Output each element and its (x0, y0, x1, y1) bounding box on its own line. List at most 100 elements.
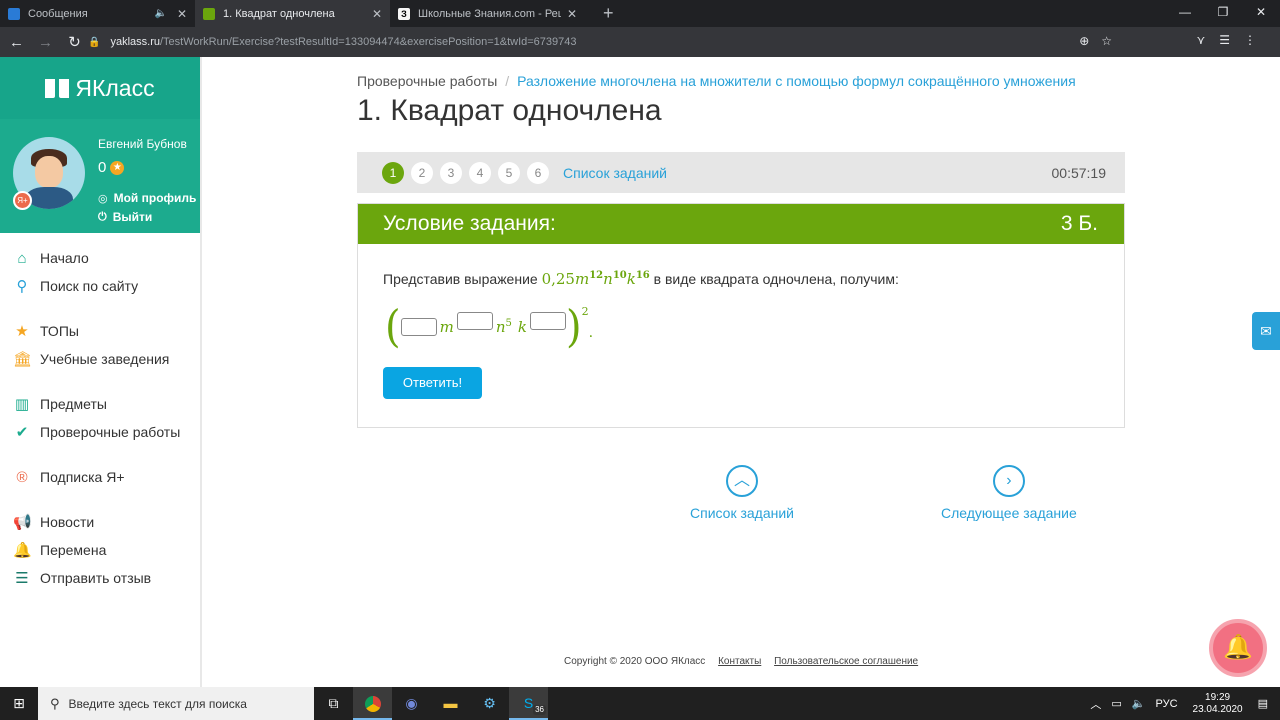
browser-tab-messages[interactable]: Сообщения 🔈 ✕ (0, 0, 195, 27)
answer-expression: ( m n5 k ) 2 . (385, 302, 593, 353)
file-explorer-icon[interactable]: ▬ (431, 687, 470, 720)
close-window-icon[interactable]: ✕ (1242, 0, 1280, 27)
restore-icon[interactable]: ❐ (1204, 0, 1242, 27)
footer: Copyright © 2020 ООО ЯКласс Контакты Пол… (564, 656, 918, 667)
question-number-2[interactable]: 2 (411, 161, 433, 184)
feedback-icon: ☰ (15, 570, 29, 587)
clock[interactable]: 19:29 23.04.2020 (1193, 692, 1243, 716)
minimize-icon[interactable]: — (1166, 0, 1204, 27)
lock-icon[interactable]: 🔒 (88, 37, 100, 48)
ya-plus-icon: ® (16, 468, 28, 486)
user-points: 0 ★ (98, 159, 125, 176)
steam-icon[interactable]: ⚙ (470, 687, 509, 720)
taskbar-search[interactable]: ⚲ Введите здесь текст для поиска (38, 687, 314, 720)
profile-icon: ◎ (98, 192, 108, 205)
question-number-5[interactable]: 5 (498, 161, 520, 184)
question-number-1[interactable]: 1 (382, 161, 404, 184)
browser-extensions[interactable]: ⋎☰⋮ (1196, 33, 1270, 47)
k-exponent-input[interactable] (529, 312, 566, 330)
question-list-link[interactable]: Список заданий (563, 165, 667, 181)
browser-toolbar: ← → ↻ 🔒 yaklass.ru /TestWorkRun/Exercise… (0, 27, 1280, 57)
tray-chevron-icon[interactable]: ︿ (1090, 696, 1101, 712)
question-number-6[interactable]: 6 (527, 161, 549, 184)
reload-icon[interactable]: ↻ (62, 33, 87, 51)
task-view-icon[interactable]: ⧉ (314, 687, 353, 720)
megaphone-icon: 📢 (13, 514, 32, 531)
profile-link-label: Мой профиль (113, 191, 197, 205)
notifications-icon[interactable]: ▤ (1258, 697, 1268, 710)
forward-arrow-icon[interactable]: → (33, 34, 58, 51)
language-indicator[interactable]: РУС (1156, 698, 1178, 710)
search-icon: ⚲ (16, 278, 28, 295)
sidebar: ЯКласс Я+ Евгений Бубнов 0 ★ ◎ Мой профи… (0, 57, 202, 687)
breadcrumb: Проверочные работы / Разложение многочлена… (357, 73, 1076, 89)
back-arrow-icon[interactable]: ← (4, 34, 29, 51)
volume-icon[interactable]: 🔈 (1132, 697, 1146, 710)
address-bar[interactable]: 🔒 yaklass.ru /TestWorkRun/Exercise?testR… (88, 31, 1132, 53)
next-task-nav[interactable]: › Следующее задание (941, 465, 1077, 521)
yaklass-favicon-icon (203, 7, 215, 20)
timer: 00:57:19 (1051, 165, 1107, 181)
new-tab-plus-icon[interactable]: + (603, 0, 614, 27)
sidebar-item-label: Перемена (40, 542, 107, 558)
contacts-link[interactable]: Контакты (718, 656, 761, 667)
question-number-3[interactable]: 3 (440, 161, 462, 184)
system-tray: ︿ ▭ 🔈 РУС 19:29 23.04.2020 ▤ (1085, 687, 1280, 720)
next-task-nav-label: Следующее задание (941, 505, 1077, 521)
logout-link-label: Выйти (112, 210, 153, 224)
user-panel: Я+ Евгений Бубнов 0 ★ ◎ Мой профиль ⏻ Вы… (0, 119, 200, 233)
brand-logo[interactable]: ЯКласс (0, 57, 200, 119)
question-number-4[interactable]: 4 (469, 161, 491, 184)
sidebar-item-tops[interactable]: ★ ТОПы (0, 317, 200, 345)
profile-link[interactable]: ◎ Мой профиль (98, 191, 196, 205)
close-tab-icon[interactable]: ✕ (372, 7, 382, 21)
sidebar-item-institutions[interactable]: 🏛 Учебные заведения (0, 345, 200, 373)
sidebar-item-subscription[interactable]: ® Подписка Я+ (0, 463, 200, 491)
outer-exponent: 2 (581, 304, 589, 318)
chrome-icon[interactable] (353, 687, 392, 720)
copyright: Copyright © 2020 ООО ЯКласс (564, 656, 706, 667)
breadcrumb-link[interactable]: Разложение многочлена на множители с пом… (517, 73, 1075, 89)
submit-answer-button[interactable]: Ответить! (383, 367, 482, 399)
browser-tab-current[interactable]: 1. Квадрат одночлена ✕ (195, 0, 390, 27)
task-expression: 0,25m12n10k16 (541, 270, 650, 288)
mail-icon[interactable]: ✉ (1252, 312, 1280, 350)
agreement-link[interactable]: Пользовательское соглашение (774, 656, 918, 667)
user-name[interactable]: Евгений Бубнов (98, 137, 187, 151)
notification-bell-icon[interactable]: 🔔 (1209, 619, 1267, 677)
coefficient-input[interactable] (400, 318, 437, 336)
sidebar-item-subjects[interactable]: ▥ Предметы (0, 390, 200, 418)
var-m: m (439, 318, 454, 336)
bookmark-star-icon[interactable]: ⊕☆ (1079, 34, 1124, 48)
close-tab-icon[interactable]: ✕ (567, 7, 577, 21)
sidebar-item-label: Учебные заведения (40, 351, 170, 367)
m-exponent-input[interactable] (456, 312, 493, 330)
tab-title: Сообщения (28, 7, 88, 20)
network-icon[interactable]: ▭ (1111, 697, 1121, 710)
skype-icon[interactable]: S 36 (509, 687, 548, 720)
discord-icon[interactable]: ◉ (392, 687, 431, 720)
speaker-icon[interactable]: 🔈 (154, 8, 166, 19)
ya-plus-badge: Я+ (13, 191, 32, 210)
chevron-right-icon: › (992, 465, 1025, 497)
var-k: k (517, 318, 527, 336)
sidebar-item-home[interactable]: ⌂ Начало (0, 244, 200, 272)
url-path: /TestWorkRun/Exercise?testResultId=13309… (159, 36, 577, 48)
breadcrumb-root[interactable]: Проверочные работы (357, 73, 497, 89)
sidebar-item-label: ТОПы (40, 323, 79, 339)
logout-link[interactable]: ⏻ Выйти (98, 210, 152, 224)
task-list-nav[interactable]: ︿ Список заданий (690, 465, 794, 521)
sidebar-item-tests[interactable]: ✔ Проверочные работы (0, 418, 200, 446)
sidebar-item-feedback[interactable]: ☰ Отправить отзыв (0, 564, 200, 592)
sidebar-item-label: Новости (40, 514, 95, 530)
sidebar-item-break[interactable]: 🔔 Перемена (0, 536, 200, 564)
star-icon: ★ (110, 160, 125, 175)
sidebar-item-search[interactable]: ⚲ Поиск по сайту (0, 272, 200, 300)
question-navigation: 1 2 3 4 5 6 Список заданий 00:57:19 (357, 152, 1125, 193)
sidebar-item-label: Отправить отзыв (40, 570, 152, 586)
sidebar-item-news[interactable]: 📢 Новости (0, 508, 200, 536)
task-text-after: в виде квадрата одночлена, получим: (653, 271, 899, 287)
windows-start-icon[interactable]: ⊞ (0, 695, 38, 712)
close-tab-icon[interactable]: ✕ (177, 7, 187, 21)
browser-tab-znaniya[interactable]: З Школьные Знания.com - Решае ✕ (390, 0, 585, 27)
